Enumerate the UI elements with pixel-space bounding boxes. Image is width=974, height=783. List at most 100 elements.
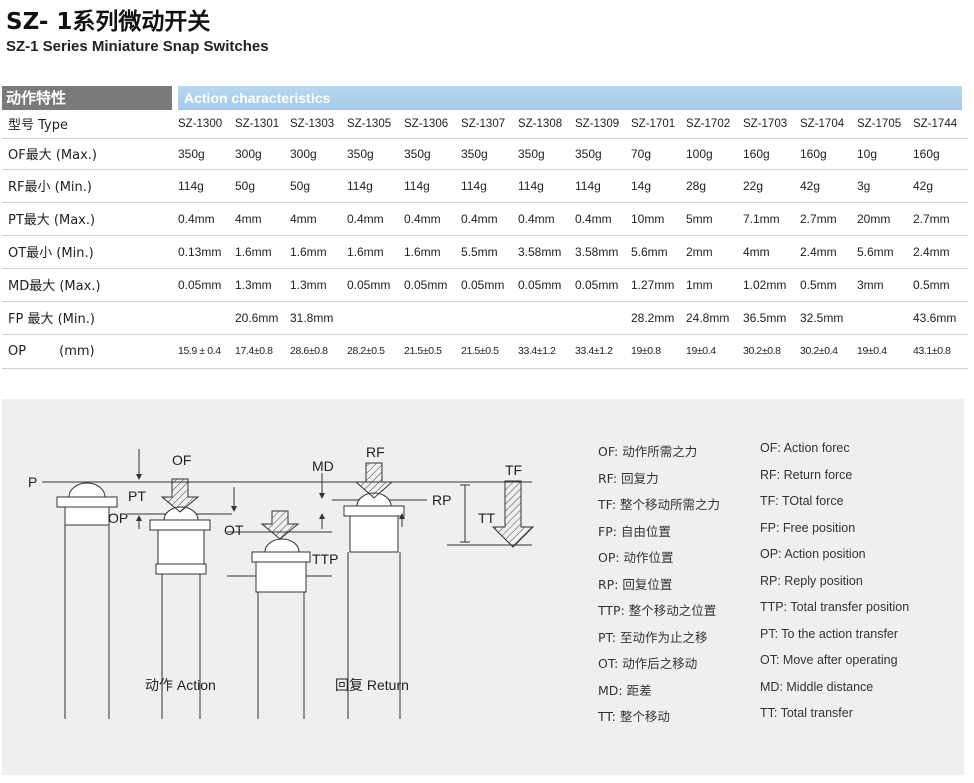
legend-item-zh: PT: 至动作为止之移 — [598, 629, 708, 645]
legend-item-zh: OT: 动作后之移动 — [598, 656, 698, 671]
label-pt: PT — [128, 488, 146, 504]
label-ot: OT — [224, 522, 244, 538]
table-cell: 0.05mm — [402, 268, 459, 302]
table-cell: 50g — [233, 169, 288, 203]
model-header-cell: SZ-1744 — [911, 110, 968, 139]
table-cell: 5mm — [684, 202, 741, 236]
model-header-cell: SZ-1308 — [516, 110, 573, 139]
table-cell: 28.2mm — [629, 301, 684, 335]
table-cell: 10g — [855, 138, 911, 170]
legend-item-en: MD: Middle distance — [760, 679, 874, 694]
table-cell: 0.05mm — [176, 268, 233, 302]
table-row: FP 最大 (Min.) 20.6mm 31.8mm 28.2mm 24.8mm 36.5… — [2, 301, 968, 335]
model-header-cell: SZ-1309 — [573, 110, 629, 139]
table-cell: 4mm — [233, 202, 288, 236]
section-header-zh: 动作特性 — [2, 86, 172, 110]
table-cell: 30.2±0.8 — [741, 334, 798, 369]
table-cell: 350g — [459, 138, 516, 170]
table-cell: 0.4mm — [402, 202, 459, 236]
legend-item-en: PT: To the action transfer — [760, 626, 899, 641]
table-cell: 19±0.8 — [629, 334, 684, 369]
label-of: OF — [172, 452, 191, 468]
table-cell: 31.8mm — [288, 301, 345, 335]
tf-arrow-icon — [491, 480, 535, 548]
model-header-cell: SZ-1307 — [459, 110, 516, 139]
table-cell: 4mm — [288, 202, 345, 236]
table-cell: 4mm — [741, 235, 798, 269]
table-cell: 1.02mm — [741, 268, 798, 302]
legend-item-en: RP: Reply position — [760, 573, 863, 588]
label-rp: RP — [432, 492, 451, 508]
table-cell: 5.6mm — [855, 235, 911, 269]
model-header-cell: SZ-1701 — [629, 110, 684, 139]
model-header-cell: SZ-1702 — [684, 110, 741, 139]
table-cell — [402, 301, 459, 335]
table-cell: 0.5mm — [911, 268, 968, 302]
table-cell: 0.05mm — [459, 268, 516, 302]
legend-item-zh: MD: 距差 — [598, 682, 652, 698]
table-cell: 160g — [798, 138, 855, 170]
caption-return: 回复 Return — [335, 677, 409, 693]
legend-item-en: OF: Action forec — [760, 441, 850, 455]
table-cell: 350g — [176, 138, 233, 170]
table-cell: 2mm — [684, 235, 741, 269]
table-cell: 350g — [573, 138, 629, 170]
label-ttp: TTP — [312, 551, 338, 567]
characteristics-table: 型号 Type SZ-1300 SZ-1301 SZ-1303 SZ-1305 SZ-1… — [2, 110, 968, 369]
switch-total-travel — [251, 538, 311, 719]
table-cell: 1mm — [684, 268, 741, 302]
legend-item-zh: OF: 动作所需之力 — [598, 444, 698, 459]
table-cell: 3.58mm — [516, 235, 573, 269]
legend-item-zh: RP: 回复位置 — [598, 576, 673, 592]
table-cell: 3.58mm — [573, 235, 629, 269]
table-cell: 42g — [911, 169, 968, 203]
table-cell — [573, 301, 629, 335]
table-cell: 19±0.4 — [855, 334, 911, 369]
table-cell: 32.5mm — [798, 301, 855, 335]
table-cell: 0.5mm — [798, 268, 855, 302]
table-cell: 30.2±0.4 — [798, 334, 855, 369]
table-cell: 3g — [855, 169, 911, 203]
table-cell: 0.4mm — [573, 202, 629, 236]
legend-item-en: FP: Free position — [760, 520, 856, 535]
table-cell: 160g — [741, 138, 798, 170]
caption-action: 动作 Action — [145, 677, 216, 693]
table-cell: 28.6±0.8 — [288, 334, 345, 369]
table-cell: 22g — [741, 169, 798, 203]
table-cell: 0.4mm — [516, 202, 573, 236]
label-op: OP — [108, 510, 128, 526]
table-cell: 1.3mm — [233, 268, 288, 302]
page-title-en: SZ-1 Series Miniature Snap Switches — [6, 38, 269, 55]
label-rf: RF — [366, 444, 385, 460]
table-cell: 33.4±1.2 — [516, 334, 573, 369]
label-tf: TF — [505, 462, 522, 478]
table-cell: 21.5±0.5 — [459, 334, 516, 369]
legend-item-en: OT: Move after operating — [760, 653, 898, 667]
row-label: OT最小 (Min.) — [2, 235, 176, 269]
table-row: MD最大 (Max.) 0.05mm 1.3mm 1.3mm 0.05mm 0.05mm 0… — [2, 268, 968, 302]
table-cell: 1.6mm — [345, 235, 402, 269]
table-cell: 1.6mm — [402, 235, 459, 269]
table-cell: 114g — [573, 169, 629, 203]
table-cell: 5.6mm — [629, 235, 684, 269]
table-cell: 350g — [402, 138, 459, 170]
table-cell: 114g — [402, 169, 459, 203]
table-cell: 20mm — [855, 202, 911, 236]
model-header-cell: SZ-1705 — [855, 110, 911, 139]
row-label: 型号 Type — [2, 110, 176, 139]
table-cell: 70g — [629, 138, 684, 170]
table-cell: 3mm — [855, 268, 911, 302]
table-cell — [516, 301, 573, 335]
table-cell: 100g — [684, 138, 741, 170]
rf-arrow-icon — [354, 462, 394, 499]
table-cell: 1.3mm — [288, 268, 345, 302]
table-cell: 21.5±0.5 — [402, 334, 459, 369]
table-cell: 350g — [345, 138, 402, 170]
table-cell: 0.4mm — [176, 202, 233, 236]
table-row: OF最大 (Max.) 350g 300g 300g 350g 350g 350g 350g 3… — [2, 138, 968, 170]
table-cell: 7.1mm — [741, 202, 798, 236]
table-cell: 300g — [233, 138, 288, 170]
table-cell: 24.8mm — [684, 301, 741, 335]
table-cell: 2.4mm — [911, 235, 968, 269]
label-p: P — [28, 474, 37, 490]
